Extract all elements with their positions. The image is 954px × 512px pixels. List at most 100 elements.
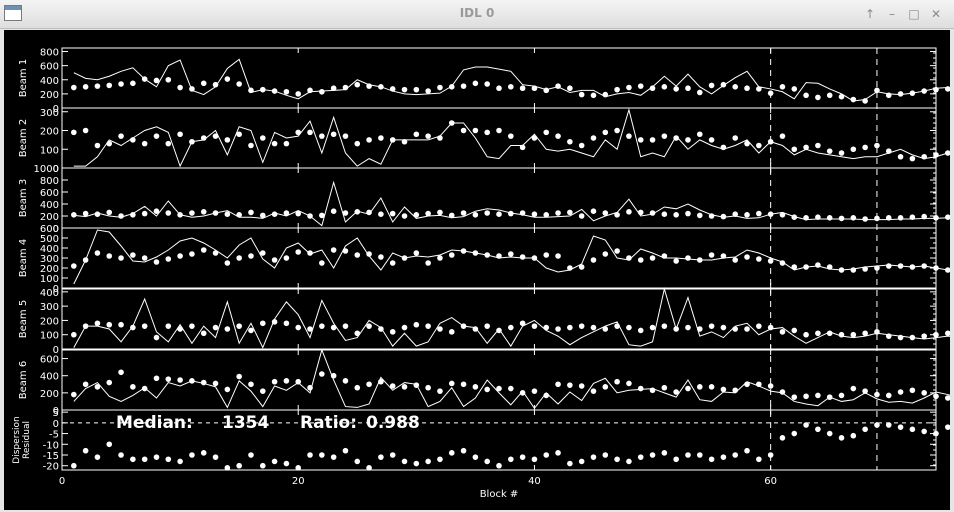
data-point [744, 212, 750, 218]
data-point [271, 88, 278, 94]
data-point [141, 76, 148, 82]
y-tick-label: 400 [40, 372, 59, 383]
data-point [885, 92, 892, 99]
data-point [389, 137, 396, 143]
data-point [862, 98, 868, 104]
data-point [224, 386, 231, 393]
data-point [248, 452, 254, 458]
data-point [732, 84, 739, 90]
data-point [614, 378, 620, 385]
data-point [791, 394, 798, 400]
data-point [153, 454, 160, 460]
data-point [307, 87, 313, 94]
data-point [401, 86, 408, 93]
data-point [661, 211, 668, 217]
data-point [637, 257, 644, 263]
data-point [177, 131, 183, 138]
y-tick-label: 400 [40, 76, 59, 87]
data-point [850, 331, 857, 338]
data-point [165, 456, 172, 463]
data-point [212, 454, 219, 460]
data-point [413, 212, 420, 218]
data-point [862, 330, 868, 337]
data-point [649, 137, 656, 143]
data-point [141, 385, 148, 392]
data-point [437, 388, 443, 394]
data-point [236, 373, 242, 380]
data-point [791, 146, 798, 153]
y-tick-label: 800 [40, 176, 59, 187]
data-point [838, 93, 845, 100]
data-point [177, 84, 183, 91]
data-point [413, 250, 420, 256]
data-point [118, 369, 124, 376]
data-point [319, 212, 325, 219]
data-point [909, 155, 916, 162]
data-point [838, 435, 845, 441]
data-point [791, 214, 798, 220]
data-point [354, 458, 361, 465]
data-point [555, 381, 561, 388]
y-axis-label: Beam 6 [18, 361, 29, 399]
data-point [885, 422, 892, 428]
data-point [484, 458, 490, 465]
data-point [897, 334, 904, 341]
close-icon[interactable]: ✕ [926, 4, 946, 24]
y-tick-label: 600 [40, 224, 59, 235]
data-point [153, 375, 160, 382]
data-point [271, 378, 278, 385]
plot-canvas[interactable]: 0 200 400 600 800 Beam 1 0 100 200 300 Beam 2 0 200 4… [4, 30, 950, 510]
data-point [661, 384, 668, 391]
up-arrow-icon[interactable]: ↑ [860, 4, 880, 24]
data-point [236, 462, 242, 469]
data-point [354, 81, 361, 88]
data-point [472, 127, 479, 134]
data-point [531, 255, 538, 261]
data-point [945, 424, 950, 430]
data-point [82, 381, 89, 388]
data-point [685, 324, 691, 331]
data-point [921, 263, 927, 269]
data-point [118, 133, 124, 139]
data-point [649, 255, 656, 261]
data-point [602, 452, 609, 458]
y-tick-label: 600 [40, 355, 59, 366]
data-point [366, 137, 372, 143]
data-point [567, 460, 573, 467]
data-point [200, 209, 207, 215]
data-point [602, 129, 609, 136]
data-point [921, 213, 927, 220]
data-point [756, 142, 762, 149]
data-point [248, 142, 254, 149]
data-point [401, 213, 408, 219]
data-point [933, 86, 939, 93]
data-point [508, 385, 514, 392]
data-point [685, 255, 691, 261]
data-point [401, 138, 408, 145]
data-point [708, 323, 715, 329]
data-point [236, 131, 242, 138]
data-point [637, 327, 644, 334]
data-point [141, 456, 148, 463]
data-point [921, 333, 927, 339]
data-point [933, 430, 939, 437]
title-bar[interactable]: IDL 0 ↑ – □ ✕ [0, 0, 954, 29]
x-tick-label: 40 [528, 476, 541, 487]
minimize-icon[interactable]: – [882, 4, 902, 24]
panel-frame [61, 409, 937, 471]
data-point [744, 381, 750, 388]
y-tick-label: 5 [53, 408, 59, 419]
data-point [578, 323, 585, 329]
median-label: Median: [116, 413, 193, 433]
data-point [82, 84, 89, 90]
data-point [165, 210, 172, 216]
data-point [389, 210, 396, 217]
data-point [744, 326, 750, 332]
y-tick-label: 200 [40, 90, 59, 101]
data-point [319, 452, 325, 458]
maximize-icon[interactable]: □ [904, 4, 924, 24]
data-point [342, 378, 349, 384]
data-point [271, 319, 278, 325]
y-tick-label: 800 [40, 48, 59, 59]
data-point [720, 213, 727, 220]
